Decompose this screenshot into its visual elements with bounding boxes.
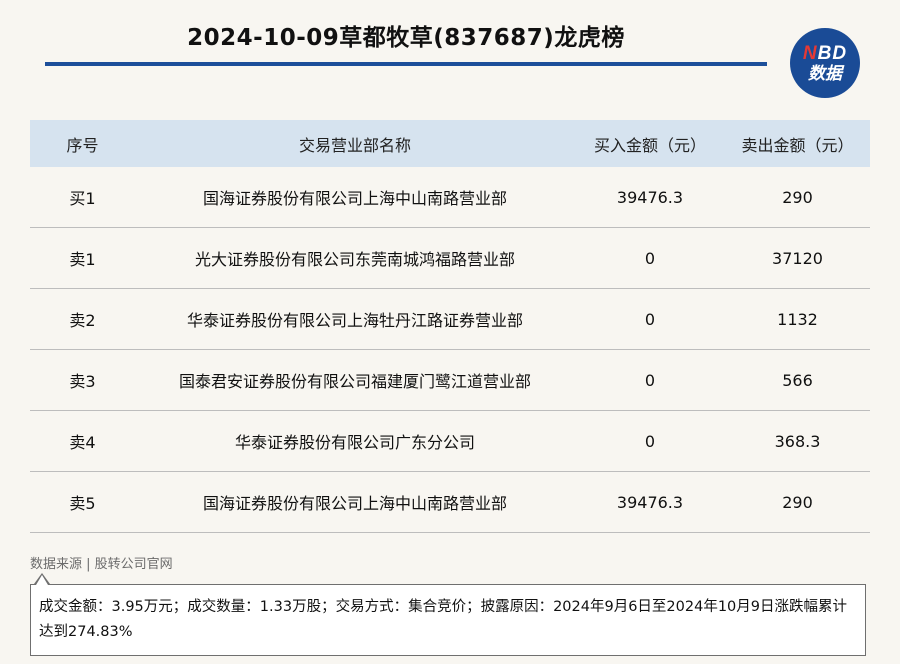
cell-index: 卖2 [30,288,135,350]
cell-index: 卖1 [30,227,135,289]
cell-sell-amount: 566 [725,349,870,411]
dragon-tiger-table: 序号 交易营业部名称 买入金额（元） 卖出金额（元） 买1 国海证券股份有限公司… [30,120,870,533]
cell-buy-amount: 0 [575,288,725,350]
table-row: 卖3 国泰君安证券股份有限公司福建厦门鹭江道营业部 0 566 [30,349,870,411]
trade-summary-note: 成交金额：3.95万元；成交数量：1.33万股；交易方式：集合竞价；披露原因：2… [30,584,866,656]
cell-branch: 光大证券股份有限公司东莞南城鸿福路营业部 [135,227,575,289]
logo-letters-bd: BD [817,42,848,64]
cell-buy-amount: 0 [575,410,725,472]
cell-sell-amount: 290 [725,167,870,228]
cell-branch: 国泰君安证券股份有限公司福建厦门鹭江道营业部 [135,349,575,411]
table-row: 卖4 华泰证券股份有限公司广东分公司 0 368.3 [30,410,870,472]
table-row: 卖1 光大证券股份有限公司东莞南城鸿福路营业部 0 37120 [30,227,870,289]
table-row: 卖2 华泰证券股份有限公司上海牡丹江路证券营业部 0 1132 [30,288,870,350]
cell-buy-amount: 0 [575,349,725,411]
logo-line-2: 数据 [808,63,842,84]
cell-branch: 华泰证券股份有限公司广东分公司 [135,410,575,472]
cell-buy-amount: 39476.3 [575,167,725,228]
note-pointer-fill [36,575,48,585]
column-header-index: 序号 [30,120,135,167]
table-body: 买1 国海证券股份有限公司上海中山南路营业部 39476.3 290 卖1 光大… [30,167,870,533]
cell-buy-amount: 39476.3 [575,471,725,533]
table-row: 买1 国海证券股份有限公司上海中山南路营业部 39476.3 290 [30,167,870,228]
cell-index: 卖3 [30,349,135,411]
cell-buy-amount: 0 [575,227,725,289]
title-underline [45,62,767,66]
cell-branch: 国海证券股份有限公司上海中山南路营业部 [135,471,575,533]
cell-index: 买1 [30,167,135,228]
table-header-row: 序号 交易营业部名称 买入金额（元） 卖出金额（元） [30,120,870,167]
table-header: 序号 交易营业部名称 买入金额（元） 卖出金额（元） [30,120,870,167]
data-source-label: 数据来源 | 股转公司官网 [30,557,173,572]
cell-sell-amount: 37120 [725,227,870,289]
page-title: 2024-10-09草都牧草(837687)龙虎榜 [187,25,625,51]
cell-index: 卖4 [30,410,135,472]
column-header-buy-amount: 买入金额（元） [575,120,725,167]
column-header-sell-amount: 卖出金额（元） [725,120,870,167]
logo-letter-n: N [802,42,818,64]
nbd-logo: NBD 数据 [790,28,860,98]
cell-sell-amount: 368.3 [725,410,870,472]
cell-sell-amount: 290 [725,471,870,533]
table-row: 卖5 国海证券股份有限公司上海中山南路营业部 39476.3 290 [30,471,870,533]
cell-sell-amount: 1132 [725,288,870,350]
logo-line-1: NBD [803,44,847,63]
cell-branch: 国海证券股份有限公司上海中山南路营业部 [135,167,575,228]
column-header-branch: 交易营业部名称 [135,120,575,167]
cell-branch: 华泰证券股份有限公司上海牡丹江路证券营业部 [135,288,575,350]
cell-index: 卖5 [30,471,135,533]
